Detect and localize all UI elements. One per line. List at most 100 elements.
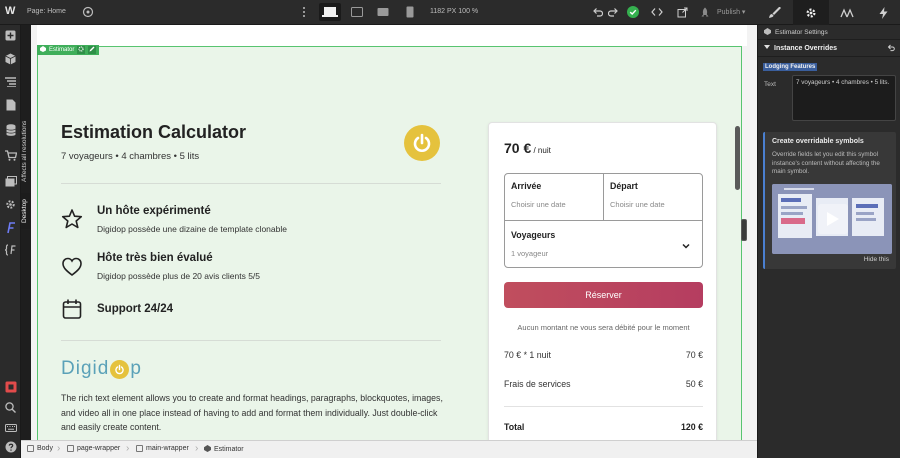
divider (61, 340, 441, 341)
search-icon[interactable] (4, 401, 17, 414)
hide-tip-link[interactable]: Hide this (864, 256, 889, 263)
tutorial-video-thumbnail[interactable] (772, 184, 892, 254)
help-icon[interactable] (4, 440, 17, 453)
variables-icon[interactable] (4, 243, 17, 256)
breadcrumb-page-wrapper[interactable]: page-wrapper (67, 445, 120, 452)
code-icon[interactable] (650, 5, 664, 19)
status-check-icon[interactable] (626, 5, 640, 19)
interactions-bolt-icon[interactable] (865, 0, 900, 25)
tip-text: Override fields let you edit this symbol… (772, 151, 880, 175)
finsweet-icon[interactable] (4, 221, 17, 234)
departure-label: Départ (610, 181, 638, 191)
mobile-icon[interactable] (399, 3, 421, 21)
feature-title-1: Un hôte expérimenté (97, 205, 211, 217)
total-value: 120 € (680, 422, 703, 432)
assets-images-icon[interactable] (4, 175, 17, 188)
symbol-icon (204, 445, 211, 454)
rich-text-block[interactable]: The rich text element allows you to crea… (61, 391, 451, 435)
breadcrumb-estimator[interactable]: Estimator (204, 445, 244, 454)
travelers-divider (505, 220, 702, 221)
travelers-select[interactable]: 1 voyageur (511, 249, 548, 258)
booking-card: 70 € / nuit Arrivée Choisir une date Dép… (488, 122, 717, 452)
tablet-icon[interactable] (372, 3, 394, 21)
total-line: Total 120 € (504, 422, 703, 432)
breadcrumb-body[interactable]: Body (27, 445, 53, 452)
page-header-area[interactable] (37, 25, 747, 46)
desktop-breakpoint-icon[interactable] (319, 3, 341, 21)
cms-database-icon[interactable] (4, 123, 17, 136)
settings-gear-icon[interactable] (793, 0, 829, 25)
date-divider (603, 174, 604, 220)
pages-icon[interactable] (4, 98, 17, 111)
total-divider (504, 406, 703, 407)
canvas-resize-handle[interactable] (741, 219, 747, 241)
top-bar: W Page: Home 1182 PX 100 % Publish ▾ (0, 0, 900, 25)
publish-rocket-icon[interactable] (698, 5, 712, 19)
power-logo-icon (404, 125, 440, 161)
panel-tabs (757, 0, 900, 25)
line-value: 70 € (685, 350, 703, 360)
breadcrumb-main-wrapper[interactable]: main-wrapper (136, 445, 189, 452)
total-label: Total (504, 422, 525, 432)
more-dots-icon[interactable] (302, 5, 306, 19)
breadcrumb-separator: › (195, 443, 199, 454)
publish-button[interactable]: Publish ▾ (717, 8, 745, 16)
undo-icon[interactable] (590, 5, 604, 19)
tablet-landscape-icon[interactable] (346, 3, 368, 21)
calculator-subtitle: 7 voyageurs • 4 chambres • 5 lits (61, 151, 200, 162)
breadcrumb-label: main-wrapper (146, 445, 189, 452)
settings-gear-left-icon[interactable] (4, 198, 17, 211)
breadcrumb-label: page-wrapper (77, 445, 121, 452)
calendar-icon (61, 298, 83, 320)
price-per-night: / nuit (531, 146, 551, 155)
navigator-icon[interactable] (4, 75, 17, 88)
element-box-icon (136, 445, 143, 452)
override-text-field[interactable]: 7 voyageurs • 4 chambres • 5 lits. (792, 75, 896, 121)
play-icon[interactable] (818, 204, 848, 234)
symbol-tag-label: Estimator (49, 47, 75, 53)
webflow-logo[interactable]: W (5, 5, 17, 19)
arrival-date-field[interactable]: Choisir une date (511, 200, 566, 209)
digidop-logo: Digid p (61, 358, 142, 380)
style-brush-icon[interactable] (757, 0, 793, 25)
star-icon (61, 208, 83, 230)
page-selector[interactable]: Page: Home (27, 8, 66, 15)
canvas-scrollbar[interactable] (735, 126, 740, 190)
feature-title-2: Hôte très bien évalué (97, 252, 213, 264)
reset-icon[interactable] (887, 44, 895, 54)
redo-icon[interactable] (606, 5, 620, 19)
price-value: 70 € (504, 140, 532, 156)
logo-text-right: p (130, 358, 142, 379)
keyboard-shortcuts-icon[interactable] (4, 421, 17, 434)
symbol-settings-icon[interactable] (77, 46, 86, 54)
caret-down-icon (764, 44, 770, 52)
audit-record-icon[interactable] (4, 380, 17, 393)
text-field-label: Text (764, 81, 776, 88)
reserve-button[interactable]: Réserver (504, 282, 703, 308)
settings-panel: Estimator Settings Instance Overrides Lo… (757, 25, 900, 458)
travelers-label: Voyageurs (511, 230, 556, 240)
panel-header: Estimator Settings (758, 25, 900, 40)
feature-desc-1: Digidop possède une dizaine de template … (97, 224, 287, 234)
export-icon[interactable] (675, 5, 689, 19)
symbols-cube-icon[interactable] (4, 52, 17, 65)
divider (61, 183, 441, 184)
line-label: 70 € * 1 nuit (504, 350, 551, 360)
symbol-edit-icon[interactable] (88, 46, 97, 54)
preview-eye-icon[interactable] (82, 6, 94, 18)
price-line: 70 € * 1 nuit 70 € (504, 350, 703, 360)
line-value: 50 € (685, 379, 703, 389)
add-panel-icon[interactable] (4, 29, 17, 42)
calculator-title: Estimation Calculator (61, 122, 247, 142)
heart-icon (61, 256, 83, 278)
departure-date-field[interactable]: Choisir une date (610, 200, 665, 209)
chevron-down-icon[interactable] (681, 238, 691, 249)
style-manager-icon[interactable] (829, 0, 865, 25)
designer-app: W Page: Home 1182 PX 100 % Publish ▾ Aff… (0, 0, 900, 458)
ecommerce-cart-icon[interactable] (4, 149, 17, 162)
line-label: Frais de services (504, 379, 571, 389)
logo-text-left: Digid (61, 358, 110, 379)
left-toolbar (0, 25, 21, 458)
symbol-tag[interactable]: Estimator (37, 45, 100, 55)
instance-overrides-section[interactable]: Instance Overrides (758, 40, 900, 57)
